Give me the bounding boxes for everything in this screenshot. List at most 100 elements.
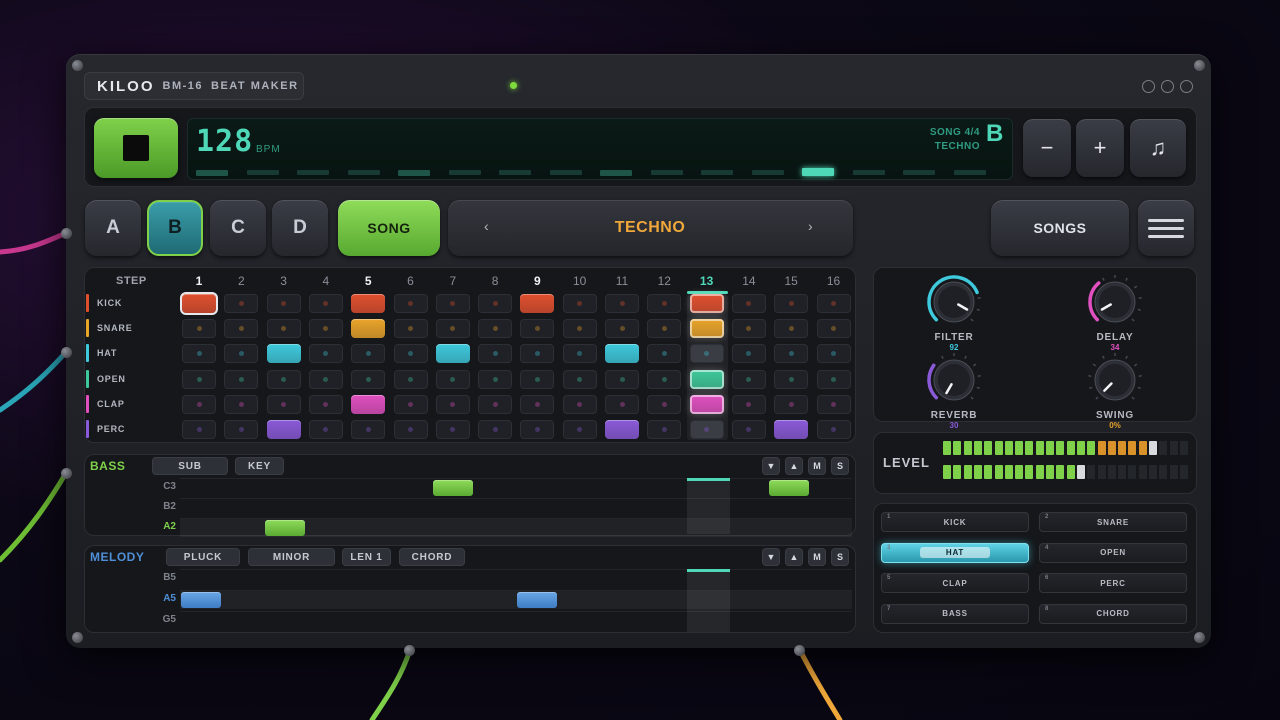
step-pad[interactable] <box>478 369 513 389</box>
step-pad[interactable] <box>647 369 682 389</box>
melody-control-mute[interactable]: M <box>808 548 826 566</box>
metronome-button[interactable]: ♫ <box>1130 119 1186 177</box>
bass-control-mute[interactable]: M <box>808 457 826 475</box>
step-pad[interactable] <box>605 369 639 389</box>
melody-pluck-button[interactable]: PLUCK <box>166 548 240 566</box>
step-pad[interactable] <box>308 294 343 313</box>
step-pad[interactable] <box>774 369 809 389</box>
step-pad[interactable] <box>435 394 470 414</box>
window-button[interactable] <box>1180 80 1193 93</box>
step-pad[interactable] <box>478 319 513 339</box>
step-pad[interactable] <box>435 344 470 364</box>
genre-next-button[interactable]: › <box>808 218 813 234</box>
knob-dial[interactable] <box>1087 274 1143 330</box>
step-pad[interactable] <box>435 420 470 439</box>
step-pad[interactable] <box>647 319 682 339</box>
step-pad[interactable] <box>478 394 513 414</box>
step-pad[interactable] <box>774 294 809 313</box>
step-pad[interactable] <box>731 394 766 414</box>
step-pad[interactable] <box>731 294 766 313</box>
step-pad[interactable] <box>351 394 386 414</box>
step-pad[interactable] <box>308 394 343 414</box>
step-pad[interactable] <box>816 420 851 439</box>
step-pad[interactable] <box>689 420 724 439</box>
melody-chord-button[interactable]: CHORD <box>399 548 465 566</box>
step-pad[interactable] <box>605 420 639 439</box>
step-pad[interactable] <box>816 369 851 389</box>
step-pad[interactable] <box>689 369 724 389</box>
slot-hat[interactable]: 3 HAT <box>881 542 1029 563</box>
step-pad[interactable] <box>520 344 555 364</box>
step-pad[interactable] <box>182 420 216 439</box>
pattern-d-button[interactable]: D <box>272 200 328 256</box>
step-pad[interactable] <box>435 294 470 313</box>
melody-length-button[interactable]: LEN 1 <box>342 548 391 566</box>
step-pad[interactable] <box>393 369 428 389</box>
bass-note[interactable] <box>769 480 809 496</box>
step-pad[interactable] <box>689 294 724 313</box>
knob-delay[interactable]: DELAY 34 <box>1070 274 1160 352</box>
pattern-b-button[interactable]: B <box>147 200 203 256</box>
step-pad[interactable] <box>351 369 386 389</box>
step-pad[interactable] <box>224 394 259 414</box>
step-pad[interactable] <box>562 319 597 339</box>
slot-open[interactable]: 4 OPEN <box>1039 542 1187 563</box>
slot-bass[interactable]: 7 BASS <box>881 603 1029 624</box>
step-pad[interactable] <box>520 319 555 339</box>
step-pad[interactable] <box>308 344 343 364</box>
step-pad[interactable] <box>224 294 259 313</box>
step-pad[interactable] <box>562 394 597 414</box>
step-pad[interactable] <box>224 319 259 339</box>
step-pad[interactable] <box>605 394 639 414</box>
step-pad[interactable] <box>562 369 597 389</box>
bass-control-down[interactable]: ▼ <box>762 457 780 475</box>
step-pad[interactable] <box>774 420 809 439</box>
step-pad[interactable] <box>816 319 851 339</box>
bass-control-solo[interactable]: S <box>831 457 849 475</box>
melody-control-solo[interactable]: S <box>831 548 849 566</box>
knob-dial[interactable] <box>926 352 982 408</box>
step-pad[interactable] <box>816 294 851 313</box>
slot-snare[interactable]: 2 SNARE <box>1039 512 1187 532</box>
genre-prev-button[interactable]: ‹ <box>484 218 489 234</box>
step-pad[interactable] <box>647 420 682 439</box>
song-mode-button[interactable]: SONG <box>338 200 440 256</box>
step-pad[interactable] <box>774 319 809 339</box>
step-pad[interactable] <box>266 394 301 414</box>
step-pad[interactable] <box>182 319 216 339</box>
step-pad[interactable] <box>393 319 428 339</box>
step-pad[interactable] <box>605 319 639 339</box>
step-pad[interactable] <box>520 294 555 313</box>
step-pad[interactable] <box>393 344 428 364</box>
step-pad[interactable] <box>435 369 470 389</box>
step-pad[interactable] <box>731 369 766 389</box>
step-pad[interactable] <box>647 394 682 414</box>
knob-dial[interactable] <box>926 274 982 330</box>
knob-swing[interactable]: SWING 0% <box>1070 352 1160 430</box>
step-pad[interactable] <box>266 319 301 339</box>
step-pad[interactable] <box>520 420 555 439</box>
step-pad[interactable] <box>562 344 597 364</box>
step-pad[interactable] <box>605 294 639 313</box>
bass-key-button[interactable]: KEY <box>235 457 284 475</box>
step-pad[interactable] <box>520 369 555 389</box>
knob-reverb[interactable]: REVERB 30 <box>909 352 999 430</box>
step-pad[interactable] <box>266 369 301 389</box>
step-pad[interactable] <box>224 344 259 364</box>
bass-note[interactable] <box>433 480 473 496</box>
step-pad[interactable] <box>478 420 513 439</box>
pattern-c-button[interactable]: C <box>210 200 266 256</box>
step-pad[interactable] <box>816 344 851 364</box>
window-button[interactable] <box>1142 80 1155 93</box>
step-pad[interactable] <box>308 420 343 439</box>
slot-kick[interactable]: 1 KICK <box>881 512 1029 532</box>
slot-clap[interactable]: 5 CLAP <box>881 573 1029 593</box>
step-pad[interactable] <box>647 344 682 364</box>
melody-note[interactable] <box>517 592 557 608</box>
melody-control-down[interactable]: ▼ <box>762 548 780 566</box>
step-pad[interactable] <box>731 344 766 364</box>
tempo-minus-button[interactable]: − <box>1023 119 1071 177</box>
step-pad[interactable] <box>647 294 682 313</box>
step-pad[interactable] <box>689 344 724 364</box>
step-pad[interactable] <box>351 344 386 364</box>
